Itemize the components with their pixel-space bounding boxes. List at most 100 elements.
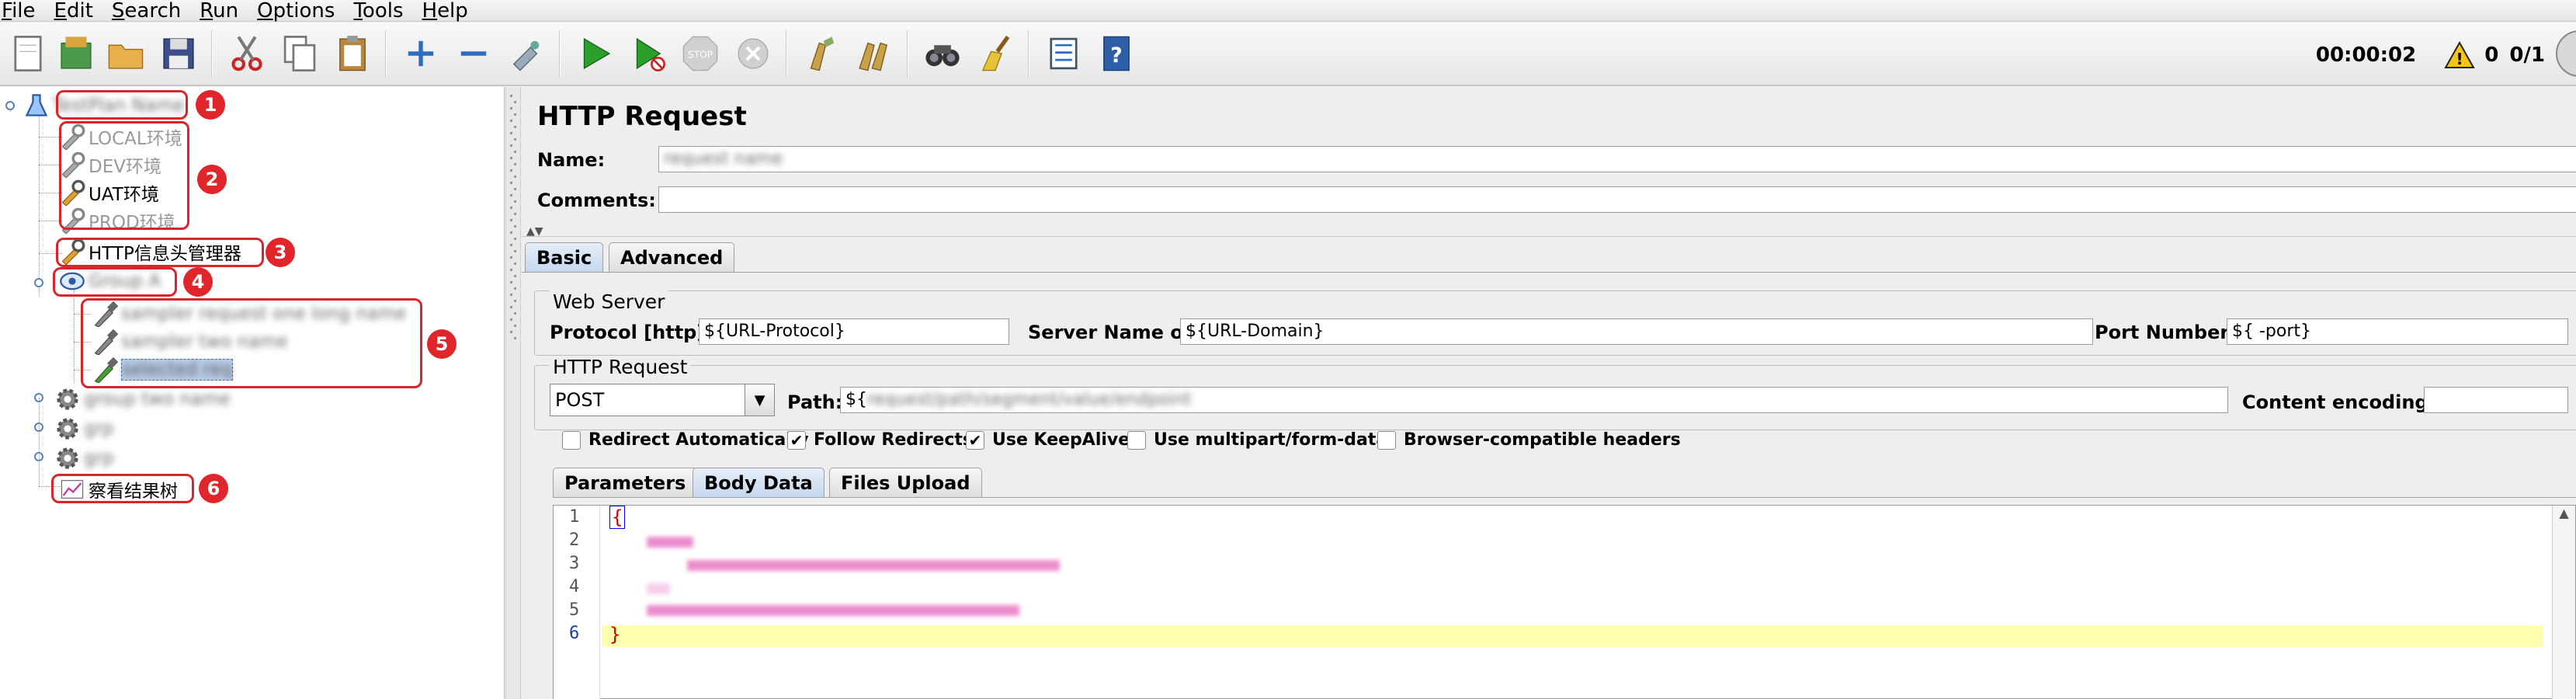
redacted-code (647, 583, 670, 594)
toggle-icon[interactable] (502, 29, 551, 78)
check-icon: ✔ (787, 430, 806, 450)
svg-text:?: ? (1110, 43, 1123, 68)
flask-icon (23, 92, 50, 119)
tab-body-data[interactable]: Body Data (693, 468, 825, 497)
chevron-down-icon[interactable]: ▼ (745, 384, 774, 416)
tab-advanced[interactable]: Advanced (609, 242, 735, 272)
tree-node-group-2[interactable]: group two name (54, 385, 231, 413)
active-threads: 0/1 (2509, 43, 2545, 67)
expand-icon[interactable] (396, 29, 446, 78)
tree-toggle-root[interactable] (5, 101, 15, 110)
save-icon[interactable] (154, 29, 203, 78)
templates-icon[interactable] (51, 29, 101, 78)
stop-icon[interactable]: STOP (675, 29, 725, 78)
checkbox-box (562, 430, 581, 450)
menu-options[interactable]: Options (257, 0, 335, 22)
name-field[interactable]: request name (658, 146, 2576, 172)
http-request-legend: HTTP Request (550, 356, 691, 378)
warning-icon[interactable]: ! (2444, 41, 2475, 69)
redacted-code (647, 605, 1019, 616)
help-icon[interactable]: ? (1092, 29, 1141, 78)
comments-label: Comments: (537, 190, 656, 211)
start-no-pause-icon[interactable] (623, 29, 672, 78)
annotation-badge-6: 6 (199, 474, 228, 503)
http-request-panel: HTTP Request Name: request name Comments… (522, 87, 2576, 699)
body-data-editor[interactable]: 1 2 3 4 5 6 { } ▲ (553, 505, 2576, 699)
tree-node-label: group two name (84, 389, 231, 409)
checkbox-box (1377, 430, 1396, 450)
follow-redirects-checkbox[interactable]: ✔ Follow Redirects (787, 430, 973, 450)
menu-tools[interactable]: Tools (353, 0, 403, 22)
tree-toggle-group[interactable] (34, 278, 43, 287)
remote-status-icon (2556, 30, 2576, 77)
menu-file[interactable]: File (2, 0, 36, 22)
line-number: 5 (569, 600, 580, 620)
line-number: 4 (569, 577, 580, 596)
line-number: 6 (569, 624, 580, 643)
name-label: Name: (537, 149, 606, 171)
method-value: POST (555, 389, 605, 411)
port-field[interactable]: ${ -port} (2227, 318, 2568, 345)
open-icon[interactable] (101, 29, 151, 78)
gear-icon (54, 416, 81, 442)
jmeter-window: File Edit Search Run Options Tools Help … (0, 0, 2576, 699)
test-plan-tree: TestPlan Name LOCAL环境 DEV环境 UAT环境 PROD环境… (0, 87, 505, 699)
current-line-highlight (602, 625, 2543, 647)
comments-field[interactable] (658, 186, 2576, 213)
collapse-icon[interactable] (449, 29, 498, 78)
elapsed-time: 00:00:02 (2315, 43, 2417, 67)
shutdown-icon[interactable] (728, 29, 778, 78)
encoding-field[interactable] (2424, 387, 2568, 413)
annotation-badge-5: 5 (427, 329, 457, 359)
panel-splitter[interactable] (505, 87, 521, 699)
redacted-code (687, 560, 1060, 571)
paste-icon[interactable] (328, 29, 377, 78)
reset-search-icon[interactable] (970, 29, 1020, 78)
encoding-label: Content encoding: (2242, 391, 2436, 413)
panel-title: HTTP Request (537, 101, 747, 132)
menu-edit[interactable]: Edit (54, 0, 93, 22)
tab-parameters[interactable]: Parameters (553, 468, 698, 497)
scroll-up-icon[interactable]: ▲ (2553, 506, 2575, 520)
clear-all-icon[interactable] (849, 29, 899, 78)
line-number: 1 (569, 507, 580, 527)
method-select[interactable]: POST ▼ (550, 384, 775, 416)
svg-text:!: ! (2456, 50, 2463, 68)
annotation-badge-2: 2 (197, 165, 227, 194)
line-gutter: 1 2 3 4 5 6 (554, 506, 600, 699)
multipart-checkbox[interactable]: Use multipart/form-data (1127, 430, 1387, 450)
tab-basic[interactable]: Basic (525, 242, 604, 272)
redirect-auto-checkbox[interactable]: Redirect Automatically (562, 430, 809, 450)
start-icon[interactable] (570, 29, 620, 78)
cut-icon[interactable] (222, 29, 272, 78)
menu-run[interactable]: Run (200, 0, 238, 22)
check-icon: ✔ (966, 430, 984, 450)
code-close-brace: } (609, 624, 621, 645)
server-field[interactable]: ${URL-Domain} (1180, 318, 2093, 345)
tree-node-label: grp (84, 419, 114, 439)
annotation-badge-3: 3 (266, 238, 295, 267)
code-open-brace: { (609, 506, 626, 529)
tree-node-group-4[interactable]: grp (54, 444, 114, 472)
line-number: 2 (569, 530, 580, 550)
editor-scrollbar[interactable]: ▲ (2552, 506, 2575, 699)
menu-help[interactable]: Help (422, 0, 468, 22)
path-field[interactable]: ${request/path/segment/value/endpoint (840, 387, 2228, 413)
line-number: 3 (569, 554, 580, 573)
copy-icon[interactable] (275, 29, 325, 78)
clear-icon[interactable] (797, 29, 846, 78)
tab-files-upload[interactable]: Files Upload (829, 468, 982, 497)
redacted-code (647, 537, 693, 548)
annotation-badge-4: 4 (183, 267, 213, 297)
tree-node-group-3[interactable]: grp (54, 415, 114, 443)
browser-headers-checkbox[interactable]: Browser-compatible headers (1377, 430, 1681, 450)
new-icon[interactable] (3, 29, 53, 78)
search-icon[interactable] (918, 29, 967, 78)
keepalive-checkbox[interactable]: ✔ Use KeepAlive (966, 430, 1130, 450)
path-label: Path: (787, 391, 843, 413)
menu-search[interactable]: Search (112, 0, 181, 22)
checkbox-box (1127, 430, 1146, 450)
function-helper-icon[interactable] (1039, 29, 1088, 78)
protocol-field[interactable]: ${URL-Protocol} (699, 318, 1009, 345)
web-server-legend: Web Server (550, 290, 668, 313)
